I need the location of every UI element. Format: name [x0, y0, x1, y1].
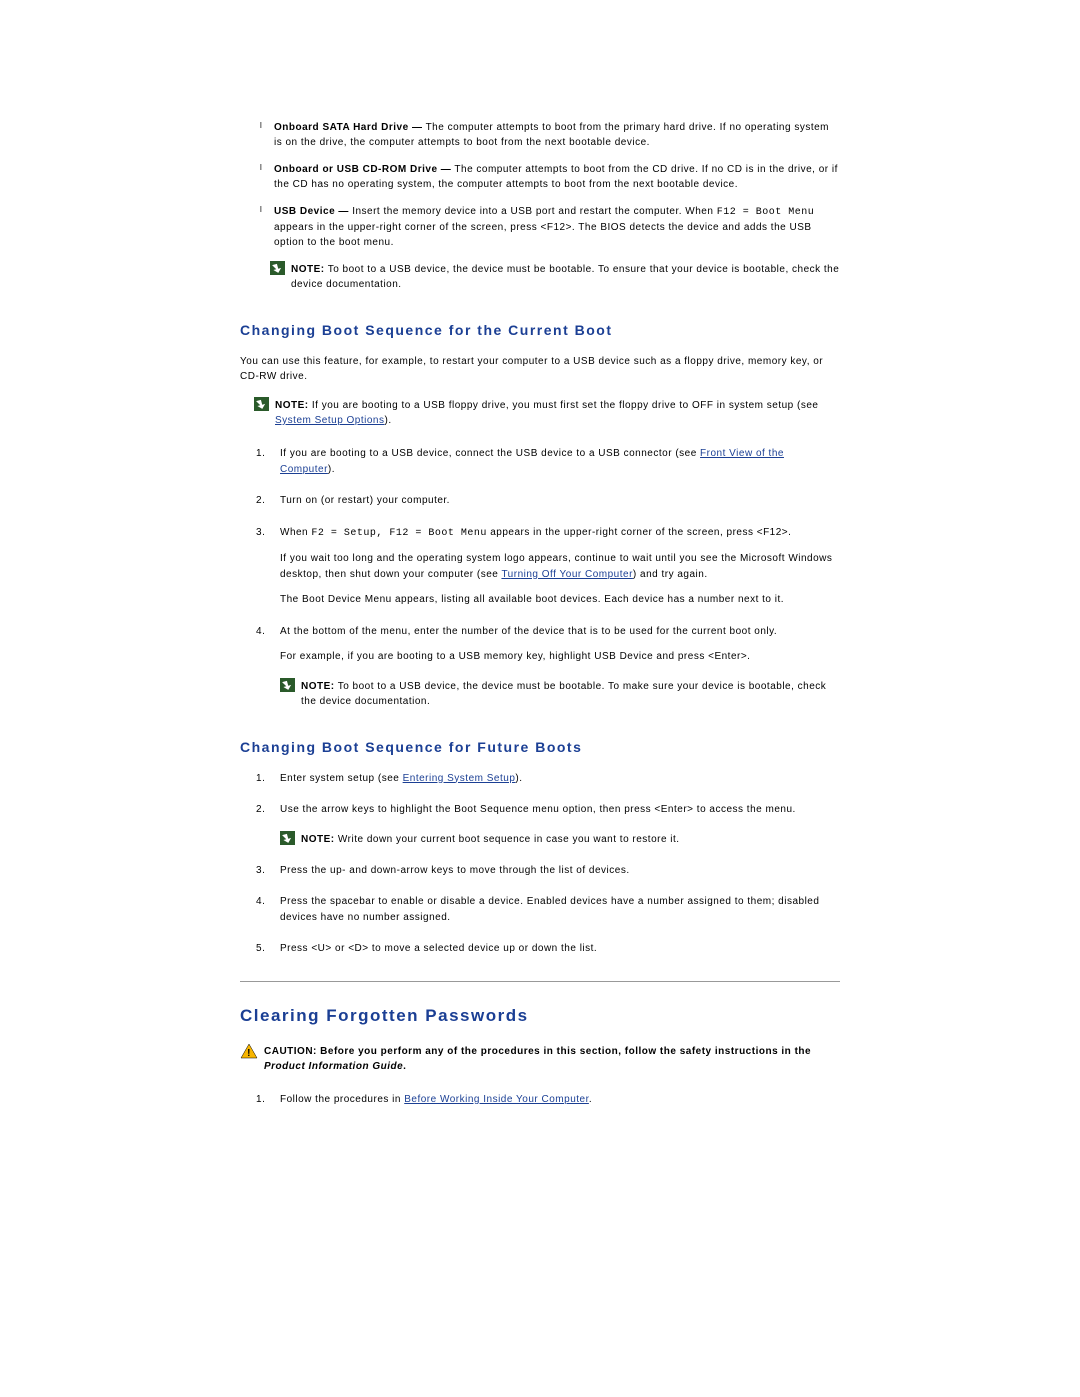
- boot-device-options-list: Onboard SATA Hard Drive — The computer a…: [260, 120, 840, 250]
- item-text-pre: Insert the memory device into a USB port…: [352, 206, 717, 217]
- document-page: Onboard SATA Hard Drive — The computer a…: [120, 0, 960, 1107]
- step-post: ).: [515, 773, 522, 784]
- step-post: .: [589, 1094, 592, 1105]
- caution-italic: Product Information Guide: [264, 1061, 403, 1072]
- step-paragraph: The Boot Device Menu appears, listing al…: [280, 592, 840, 608]
- step-item: When F2 = Setup, F12 = Boot Menu appears…: [256, 525, 840, 608]
- section-heading-clearing-passwords: Clearing Forgotten Passwords: [240, 1006, 840, 1026]
- note-icon: [280, 678, 295, 692]
- code-text: F12 = Boot Menu: [717, 207, 815, 218]
- link-turning-off[interactable]: Turning Off Your Computer: [501, 569, 632, 580]
- caution-text: CAUTION: Before you perform any of the p…: [264, 1044, 840, 1074]
- link-before-working-inside[interactable]: Before Working Inside Your Computer: [404, 1094, 589, 1105]
- clearing-passwords-steps: Follow the procedures in Before Working …: [256, 1092, 840, 1108]
- item-text-post: appears in the upper-right corner of the…: [274, 222, 812, 248]
- note-block: NOTE: To boot to a USB device, the devic…: [280, 679, 840, 709]
- note-post: ).: [385, 415, 392, 426]
- note-label: NOTE:: [275, 400, 309, 411]
- step-item: Follow the procedures in Before Working …: [256, 1092, 840, 1108]
- note-icon: [270, 261, 285, 275]
- step-item: Press the up- and down-arrow keys to mov…: [256, 863, 840, 879]
- step-item: If you are booting to a USB device, conn…: [256, 446, 840, 477]
- note-pre: If you are booting to a USB floppy drive…: [309, 400, 819, 411]
- section-divider: [240, 981, 840, 982]
- step-pre: If you are booting to a USB device, conn…: [280, 448, 700, 459]
- step-text: Press the up- and down-arrow keys to mov…: [280, 865, 630, 876]
- list-item: USB Device — Insert the memory device in…: [260, 204, 840, 250]
- list-item: Onboard or USB CD-ROM Drive — The comput…: [260, 162, 840, 192]
- note-text: NOTE: If you are booting to a USB floppy…: [275, 398, 840, 428]
- para-post: ) and try again.: [633, 569, 708, 580]
- caution-label: CAUTION:: [264, 1046, 317, 1057]
- note-text: NOTE: Write down your current boot seque…: [301, 832, 840, 847]
- current-boot-steps: If you are booting to a USB device, conn…: [256, 446, 840, 709]
- section-heading-future-boots: Changing Boot Sequence for Future Boots: [240, 739, 840, 755]
- step-paragraph: For example, if you are booting to a USB…: [280, 649, 840, 665]
- note-icon: [280, 831, 295, 845]
- step-pre: When: [280, 527, 311, 538]
- step-text: Press <U> or <D> to move a selected devi…: [280, 943, 597, 954]
- note-icon: [254, 397, 269, 411]
- caution-post: .: [403, 1061, 406, 1072]
- section-intro: You can use this feature, for example, t…: [240, 354, 840, 384]
- step-pre: Follow the procedures in: [280, 1094, 404, 1105]
- step-post: appears in the upper-right corner of the…: [487, 527, 792, 538]
- code-text: F2 = Setup, F12 = Boot Menu: [311, 528, 487, 539]
- caution-icon: !: [240, 1043, 258, 1059]
- link-entering-system-setup[interactable]: Entering System Setup: [403, 773, 516, 784]
- caution-block: ! CAUTION: Before you perform any of the…: [240, 1044, 840, 1074]
- step-item: Enter system setup (see Entering System …: [256, 771, 840, 787]
- list-item: Onboard SATA Hard Drive — The computer a…: [260, 120, 840, 150]
- step-post: ).: [328, 464, 335, 475]
- note-text: NOTE: To boot to a USB device, the devic…: [301, 679, 840, 709]
- note-label: NOTE:: [301, 681, 335, 692]
- step-item: Press <U> or <D> to move a selected devi…: [256, 941, 840, 957]
- step-item: Use the arrow keys to highlight the Boot…: [256, 802, 840, 847]
- item-label: Onboard or USB CD-ROM Drive —: [274, 164, 451, 175]
- step-item: Press the spacebar to enable or disable …: [256, 894, 840, 925]
- note-label: NOTE:: [291, 264, 325, 275]
- step-text: At the bottom of the menu, enter the num…: [280, 626, 777, 637]
- step-text: Use the arrow keys to highlight the Boot…: [280, 804, 796, 815]
- item-label: Onboard SATA Hard Drive —: [274, 122, 422, 133]
- caution-pre: Before you perform any of the procedures…: [317, 1046, 811, 1057]
- step-paragraph: If you wait too long and the operating s…: [280, 551, 840, 582]
- note-body: To boot to a USB device, the device must…: [301, 681, 826, 707]
- future-boot-steps: Enter system setup (see Entering System …: [256, 771, 840, 957]
- section-heading-current-boot: Changing Boot Sequence for the Current B…: [240, 322, 840, 338]
- note-body: To boot to a USB device, the device must…: [291, 264, 839, 290]
- note-label: NOTE:: [301, 834, 335, 845]
- step-item: Turn on (or restart) your computer.: [256, 493, 840, 509]
- note-text: NOTE: To boot to a USB device, the devic…: [291, 262, 840, 292]
- svg-text:!: !: [247, 1048, 251, 1059]
- note-block: NOTE: To boot to a USB device, the devic…: [270, 262, 840, 292]
- link-system-setup-options[interactable]: System Setup Options: [275, 415, 385, 426]
- step-text: Turn on (or restart) your computer.: [280, 495, 450, 506]
- note-block: NOTE: If you are booting to a USB floppy…: [254, 398, 840, 428]
- note-block: NOTE: Write down your current boot seque…: [280, 832, 840, 847]
- note-body: Write down your current boot sequence in…: [335, 834, 680, 845]
- item-label: USB Device —: [274, 206, 349, 217]
- step-text: Press the spacebar to enable or disable …: [280, 896, 819, 923]
- step-pre: Enter system setup (see: [280, 773, 403, 784]
- step-item: At the bottom of the menu, enter the num…: [256, 624, 840, 709]
